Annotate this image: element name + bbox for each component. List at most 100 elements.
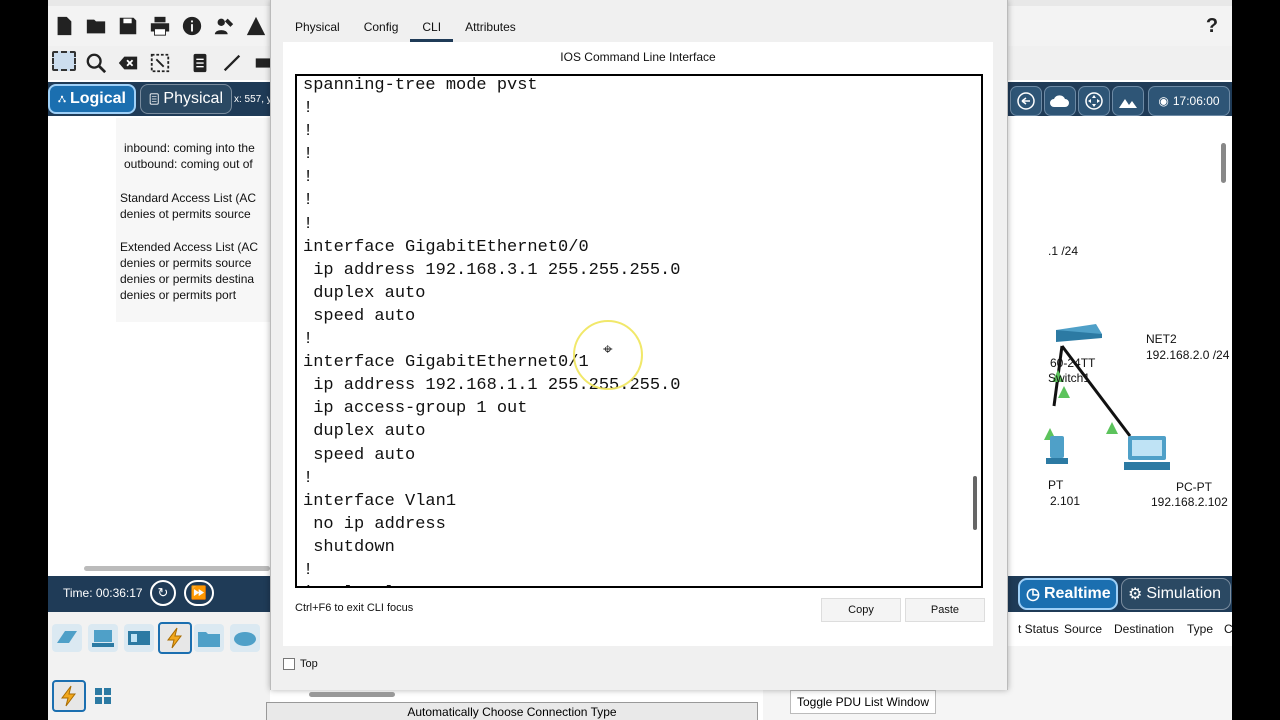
cli-line: ! xyxy=(303,168,314,188)
tab-physical[interactable]: Physical xyxy=(283,16,352,40)
pdu-column-source: Source xyxy=(1064,622,1103,636)
cli-line: ip classless xyxy=(303,582,967,586)
cli-scrollbar[interactable] xyxy=(973,476,977,530)
logical-view-label: Logical xyxy=(69,90,126,107)
paste-button[interactable]: Paste xyxy=(905,598,985,622)
checkbox-box[interactable] xyxy=(283,658,295,670)
cli-title: IOS Command Line Interface xyxy=(560,50,716,64)
note-line: denies or permits destina xyxy=(120,272,255,286)
switch-model-label: 60-24TT xyxy=(1050,356,1096,370)
multiuser-cloud-icon[interactable] xyxy=(230,624,260,652)
workspace-horizontal-scrollbar[interactable] xyxy=(84,566,270,571)
top-checkbox[interactable]: Top xyxy=(283,658,318,670)
end-devices-icon[interactable] xyxy=(88,624,118,652)
switch-icon[interactable] xyxy=(1056,324,1102,342)
note-line: inbound: coming into the xyxy=(124,141,255,155)
connections-icon[interactable] xyxy=(158,622,192,654)
select-icon[interactable] xyxy=(52,51,76,71)
delete-icon[interactable] xyxy=(116,51,140,75)
note-line: denies or permits port xyxy=(120,288,237,302)
simulation-label: Simulation xyxy=(1146,585,1222,602)
tab-config[interactable]: Config xyxy=(352,16,411,40)
router-config-dialog: Physical Config CLI Attributes IOS Comma… xyxy=(270,0,1008,697)
print-icon[interactable] xyxy=(148,14,172,38)
cli-terminal[interactable]: spanning-tree mode pvst!!!!!! interface G… xyxy=(295,74,983,588)
pdu-list-header: t Status Source Destination Type C xyxy=(1006,612,1232,646)
pdu-column-type: Type xyxy=(1187,622,1214,636)
tab-cli[interactable]: CLI xyxy=(410,16,453,42)
zoom-icon[interactable] xyxy=(84,51,108,75)
pc-left-ip: 2.101 xyxy=(1050,494,1081,508)
grid-icon[interactable] xyxy=(88,682,118,710)
simulation-mode-button[interactable]: ⚙ Simulation xyxy=(1121,578,1231,610)
dialog-tabs: Physical Config CLI Attributes xyxy=(283,16,528,42)
info-icon[interactable] xyxy=(180,14,204,38)
fast-forward-icon[interactable]: ⏩ xyxy=(184,580,214,606)
device-type-tray xyxy=(48,612,270,720)
clock-display: ◉ 17:06:00 xyxy=(1148,86,1230,116)
note-line: Standard Access List (AC xyxy=(120,191,257,205)
access-list-note[interactable]: inbound: coming into the outbound: comin… xyxy=(116,118,270,322)
cli-line: ip address 192.168.3.1 255.255.255.0 xyxy=(303,260,681,280)
time-label: Time: 00:36:17 xyxy=(63,586,143,600)
auto-connection-icon[interactable] xyxy=(52,680,86,712)
tab-attributes[interactable]: Attributes xyxy=(453,16,528,40)
cli-line: duplex auto xyxy=(303,422,426,442)
help-icon[interactable]: ? xyxy=(1200,14,1224,38)
pc-icon-right[interactable] xyxy=(1124,436,1170,470)
pdu-column-status: t Status xyxy=(1018,622,1059,636)
note-icon[interactable] xyxy=(188,51,212,75)
cli-line: ! xyxy=(303,191,314,211)
miscellaneous-icon[interactable] xyxy=(194,624,224,652)
connection-type-label: Automatically Choose Connection Type xyxy=(266,702,758,720)
new-file-icon[interactable] xyxy=(52,14,76,38)
toggle-pdu-list-button[interactable]: Toggle PDU List Window xyxy=(790,690,936,714)
cli-line: ! xyxy=(303,560,314,580)
components-icon[interactable] xyxy=(124,624,154,652)
cli-line: ! xyxy=(303,468,314,488)
logical-view-button[interactable]: Logical xyxy=(48,84,136,114)
logical-view-icon xyxy=(58,95,66,103)
cli-line: interface Vlan1 xyxy=(303,491,457,511)
pdu-column-destination: Destination xyxy=(1114,622,1175,636)
net2-name: NET2 xyxy=(1146,332,1177,346)
workspace-vertical-scrollbar[interactable] xyxy=(1221,143,1226,183)
port-up-icon xyxy=(1106,422,1118,434)
background-image-icon[interactable] xyxy=(1112,86,1144,116)
cli-line: ip address 192.168.1.1 255.255.255.0 xyxy=(303,376,681,396)
cli-output: spanning-tree mode pvst!!!!!! interface G… xyxy=(303,76,967,586)
open-folder-icon[interactable] xyxy=(84,14,108,38)
draw-line-icon[interactable] xyxy=(220,51,244,75)
cli-line: ! xyxy=(303,122,314,142)
pc-left-name: PT xyxy=(1048,478,1064,492)
cli-line: speed auto xyxy=(303,445,416,465)
note-line: outbound: coming out of xyxy=(124,157,253,171)
simulation-icon: ⚙ xyxy=(1128,586,1143,603)
cli-line: no ip address xyxy=(303,514,446,534)
cli-line: ! xyxy=(303,214,314,234)
save-icon[interactable] xyxy=(116,14,140,38)
top-label: Top xyxy=(300,658,318,670)
port-up-icon xyxy=(1058,386,1070,398)
physical-view-icon xyxy=(149,93,159,105)
cli-line: ! xyxy=(303,145,314,165)
clock-label: 17:06:00 xyxy=(1172,94,1220,108)
realtime-label: Realtime xyxy=(1043,585,1111,602)
back-icon[interactable] xyxy=(1010,86,1042,116)
workspace-right[interactable]: .1 /24 NET2 192.168.2.0 /24 60-24TT Swit… xyxy=(1006,116,1232,576)
network-devices-icon[interactable] xyxy=(52,624,82,652)
resize-icon[interactable] xyxy=(148,51,172,75)
cli-line: ! xyxy=(303,99,314,119)
network-wizard-icon[interactable] xyxy=(212,14,236,38)
dialog-horizontal-scrollbar[interactable] xyxy=(309,692,395,697)
activity-wizard-icon[interactable] xyxy=(244,14,268,38)
cli-line: spanning-tree mode pvst xyxy=(303,76,538,95)
move-icon[interactable] xyxy=(1078,86,1110,116)
physical-view-button[interactable]: Physical xyxy=(140,84,232,114)
pc-icon-left[interactable] xyxy=(1046,436,1068,464)
realtime-mode-button[interactable]: ◷ Realtime xyxy=(1018,578,1118,610)
power-cycle-icon[interactable]: ↻ xyxy=(150,580,176,606)
cloud-upload-icon[interactable] xyxy=(1044,86,1076,116)
cli-panel: IOS Command Line Interface spanning-tree… xyxy=(283,42,993,646)
copy-button[interactable]: Copy xyxy=(821,598,901,622)
